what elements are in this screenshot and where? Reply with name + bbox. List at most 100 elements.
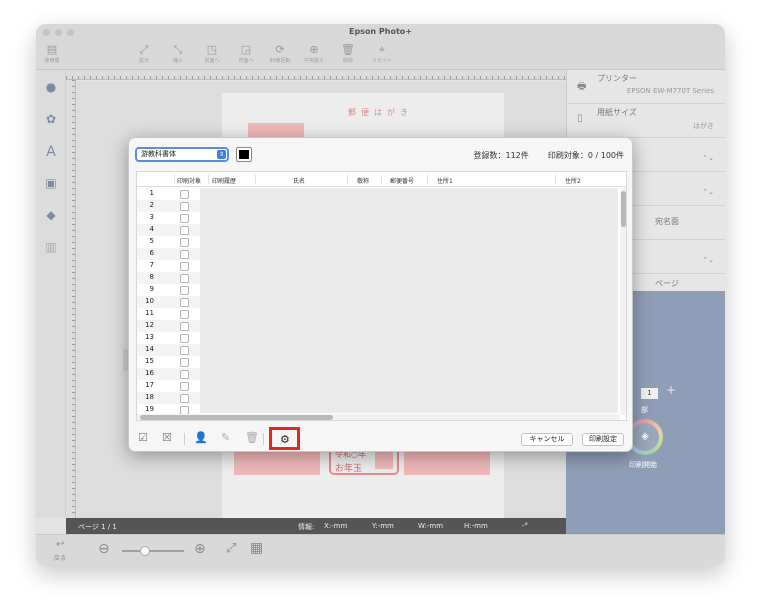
chevron-updown-icon: ⌃⌄ [702, 154, 714, 162]
table-row[interactable]: 10 [137, 296, 201, 308]
table-row[interactable]: 9 [137, 284, 201, 296]
chevron-updown-icon: ⌃⌄ [702, 188, 714, 196]
table-row[interactable]: 13 [137, 332, 201, 344]
row-number: 17 [145, 381, 154, 389]
postcard-title: 郵便はがき [348, 108, 413, 117]
zoom-out-icon[interactable]: ⊖ [98, 541, 110, 557]
print-target-checkbox[interactable] [180, 334, 189, 343]
zoom-in-icon[interactable]: ⊕ [194, 541, 206, 557]
table-row[interactable]: 12 [137, 320, 201, 332]
add-person-icon[interactable]: 👤 [194, 431, 208, 444]
table-row[interactable]: 8 [137, 272, 201, 284]
col-postal-code[interactable]: 郵便番号 [390, 176, 414, 185]
print-target-checkbox[interactable] [180, 298, 189, 307]
vertical-scroll-thumb[interactable] [621, 191, 626, 227]
table-row[interactable]: 14 [137, 344, 201, 356]
print-target-checkbox[interactable] [180, 370, 189, 379]
col-honorific[interactable]: 敬称 [357, 176, 369, 185]
printer-select[interactable]: 🖶 プリンター EPSON EW-M770T Series [567, 70, 725, 104]
table-row[interactable]: 18 [137, 392, 201, 404]
toolbar-layers-button[interactable]: ▤ 使用層 [36, 43, 72, 65]
font-color-picker[interactable] [236, 147, 252, 162]
print-target-checkbox[interactable] [180, 226, 189, 235]
table-row[interactable]: 4 [137, 224, 201, 236]
table-row[interactable]: 6 [137, 248, 201, 260]
check-all-icon[interactable]: ☑ [138, 431, 148, 444]
table-row[interactable]: 2 [137, 200, 201, 212]
layers-icon: ▤ [46, 43, 58, 56]
flower-icon[interactable]: ✿ [44, 112, 58, 126]
reset-icon: ⌖ [378, 43, 386, 56]
fit-screen-icon[interactable]: ⤢ [226, 541, 236, 556]
print-target-checkbox[interactable] [180, 394, 189, 403]
print-target-checkbox[interactable] [180, 190, 189, 199]
title-bar: Epson Photo+ [36, 24, 725, 40]
stamp-icon[interactable]: ◆ [44, 208, 58, 222]
table-row[interactable]: 16 [137, 368, 201, 380]
lottery-bar-left [234, 451, 320, 475]
col-name[interactable]: 氏名 [293, 176, 305, 185]
uncheck-all-icon[interactable]: ☒ [162, 431, 172, 444]
table-row[interactable]: 7 [137, 260, 201, 272]
horizontal-scrollbar[interactable] [137, 414, 620, 420]
address-book-icon[interactable]: ● [44, 80, 58, 94]
table-header: 印刷対象 印刷履歴 氏名 敬称 郵便番号 住所1 住所2 [137, 172, 626, 187]
row-number: 18 [145, 393, 154, 401]
row-number: 14 [145, 345, 154, 353]
table-row[interactable]: 1 [137, 188, 201, 200]
print-target-checkbox[interactable] [180, 262, 189, 271]
table-row[interactable]: 3 [137, 212, 201, 224]
import-address-button[interactable]: ⚙ [269, 427, 300, 450]
image-icon[interactable]: ▣ [44, 176, 58, 190]
edit-icon[interactable]: ✎ [221, 431, 230, 444]
row-number: 15 [145, 357, 154, 365]
row-number: 9 [149, 285, 154, 293]
horizontal-scroll-thumb[interactable] [140, 415, 333, 420]
copies-field[interactable]: 1 [641, 388, 658, 399]
print-settings-button[interactable]: 印刷設定 [582, 433, 624, 446]
table-row[interactable]: 15 [137, 356, 201, 368]
print-target-checkbox[interactable] [180, 202, 189, 211]
col-print-history[interactable]: 印刷履歴 [212, 176, 236, 185]
paper-size-select[interactable]: ▯ 用紙サイズ はがき [567, 104, 725, 138]
print-target-checkbox[interactable] [180, 238, 189, 247]
registered-count: 登録数：112件 [473, 151, 529, 160]
font-select[interactable]: 游教科書体 ⇕ [135, 147, 229, 162]
bottom-bar: ↩ 戻る ⊖ ⊕ ⤢ ▦ [36, 534, 725, 566]
col-address2[interactable]: 住所2 [565, 176, 581, 185]
toolbar-reset-button[interactable]: ⌖ リセット [362, 43, 402, 65]
vertical-scrollbar[interactable] [620, 188, 626, 415]
print-target-checkbox[interactable] [180, 322, 189, 331]
text-icon[interactable]: A [44, 144, 58, 160]
print-target-checkbox[interactable] [180, 250, 189, 259]
document-icon[interactable]: ▥ [44, 240, 58, 254]
row-number: 10 [145, 297, 154, 305]
x-readout: X:-mm [324, 522, 348, 530]
status-bar-right [566, 518, 725, 534]
table-row[interactable]: 11 [137, 308, 201, 320]
angle-readout: -° [522, 522, 529, 530]
zoom-slider-thumb[interactable] [140, 546, 150, 556]
trash-icon[interactable]: 🗑 [245, 431, 259, 444]
col-print-target[interactable]: 印刷対象 [177, 176, 201, 185]
row-number: 16 [145, 369, 154, 377]
grid-icon[interactable]: ▦ [250, 540, 263, 556]
print-target-checkbox[interactable] [180, 310, 189, 319]
print-target-checkbox[interactable] [180, 286, 189, 295]
horizontal-ruler [66, 70, 566, 80]
table-row[interactable]: 17 [137, 380, 201, 392]
print-target-checkbox[interactable] [180, 382, 189, 391]
zoom-slider-track[interactable] [122, 550, 184, 552]
print-icon: ◈ [631, 423, 659, 451]
increase-copies-button[interactable]: + [666, 383, 676, 397]
window-title: Epson Photo+ [348, 27, 412, 36]
back-icon[interactable]: ↩ [56, 539, 64, 550]
print-target-checkbox[interactable] [180, 358, 189, 367]
print-target-checkbox[interactable] [180, 214, 189, 223]
print-target-checkbox[interactable] [180, 274, 189, 283]
col-address1[interactable]: 住所1 [437, 176, 453, 185]
cancel-button[interactable]: キャンセル [521, 433, 573, 446]
print-target-checkbox[interactable] [180, 346, 189, 355]
h-readout: H:-mm [464, 522, 488, 530]
table-row[interactable]: 5 [137, 236, 201, 248]
